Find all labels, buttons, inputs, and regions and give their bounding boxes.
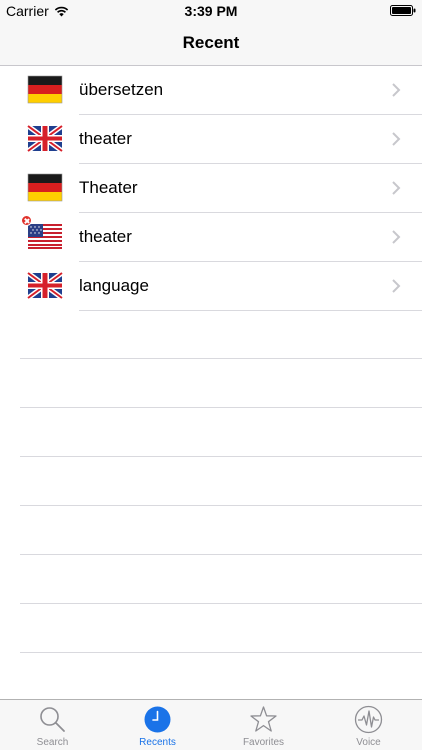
list-item-word: theater [79,227,132,246]
empty-row-divider [20,603,422,604]
list-item[interactable]: Theater [0,164,422,213]
empty-row-divider [20,358,422,359]
uk-flag-icon [26,270,64,301]
tab-bar: Search Recents Favorites Voice [0,699,422,750]
tab-favorites[interactable]: Favorites [211,700,316,750]
list-item-word: language [79,276,149,295]
list-item[interactable]: language [0,262,422,311]
usa-flag-icon [28,224,62,249]
chevron-right-icon [392,279,401,293]
tab-recents[interactable]: Recents [105,700,210,750]
empty-row-divider [20,407,422,408]
uk-flag-icon [26,123,64,154]
list-item-word: übersetzen [79,80,164,99]
empty-row-divider [20,652,422,653]
empty-row-divider [20,456,422,457]
list-item-word: theater [79,129,132,148]
remove-badge-icon[interactable] [21,215,32,226]
list-item[interactable]: übersetzen [0,66,422,115]
list-item[interactable]: theater [0,213,422,262]
clock-icon [144,706,171,733]
chevron-right-icon [392,230,401,244]
germany-flag-icon [27,173,63,202]
chevron-right-icon [392,132,401,146]
list-item-word: Theater [79,178,138,197]
empty-row-divider [20,505,422,506]
chevron-right-icon [392,83,401,97]
tab-voice-label: Voice [356,737,381,748]
tab-voice[interactable]: Voice [316,700,421,750]
empty-row-divider [20,554,422,555]
page-title: Recent [182,33,240,52]
germany-flag-icon [27,75,63,104]
navigation-bar: Carrier 3:39 PM Recent [0,0,422,66]
row-divider [79,310,422,311]
status-bar: Carrier 3:39 PM [0,0,422,22]
search-icon [40,707,65,732]
battery-icon [390,5,416,16]
star-icon [250,706,277,732]
list-item[interactable]: theater [0,115,422,164]
status-time: 3:39 PM [184,3,238,19]
tab-search-label: Search [36,737,69,748]
voice-waveform-icon [354,705,383,734]
chevron-right-icon [392,181,401,195]
tab-recents-label: Recents [139,737,176,748]
tab-favorites-label: Favorites [242,737,285,748]
tab-search[interactable]: Search [0,700,105,750]
